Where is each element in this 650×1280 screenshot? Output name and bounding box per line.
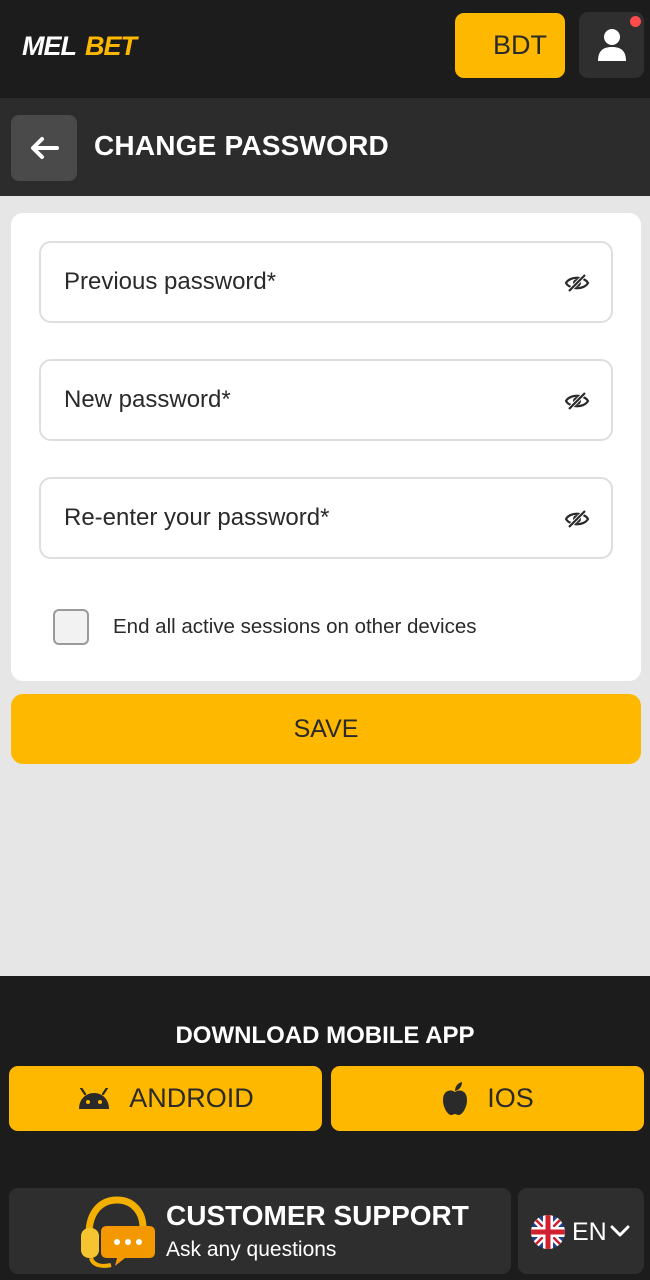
change-password-form: End all active sessions on other devices (11, 213, 641, 681)
footer: DOWNLOAD MOBILE APP ANDROID IOS CUSTOMER… (0, 976, 650, 1280)
user-icon (597, 29, 626, 61)
new-password-input[interactable] (41, 361, 611, 439)
new-password-field (39, 359, 613, 441)
ios-download-button[interactable]: IOS (331, 1066, 644, 1131)
language-selector[interactable]: EN (518, 1188, 644, 1274)
svg-text:BET: BET (85, 31, 140, 60)
previous-password-field (39, 241, 613, 323)
android-icon (79, 1087, 110, 1109)
android-download-button[interactable]: ANDROID (9, 1066, 322, 1131)
download-app-title: DOWNLOAD MOBILE APP (175, 1022, 475, 1049)
support-subtitle: Ask any questions (166, 1238, 337, 1261)
android-label: ANDROID (129, 1083, 254, 1113)
apple-icon (443, 1081, 468, 1115)
end-sessions-label: End all active sessions on other devices (113, 615, 477, 638)
reenter-password-field (39, 477, 613, 559)
page-title: CHANGE PASSWORD (94, 130, 389, 161)
eye-slash-icon[interactable] (564, 390, 590, 412)
language-label: EN (572, 1218, 607, 1246)
top-bar: MEL BET BDT (0, 0, 650, 98)
notification-dot (630, 16, 641, 27)
melbet-logo[interactable]: MEL BET (22, 30, 152, 60)
eye-slash-icon[interactable] (564, 508, 590, 530)
save-button[interactable]: SAVE (11, 694, 641, 764)
eye-slash-icon[interactable] (564, 272, 590, 294)
support-title: CUSTOMER SUPPORT (166, 1200, 469, 1231)
customer-support-button[interactable]: CUSTOMER SUPPORT Ask any questions (9, 1188, 511, 1274)
back-button[interactable] (11, 115, 77, 181)
save-button-label: SAVE (293, 714, 359, 743)
reenter-password-input[interactable] (41, 479, 611, 557)
svg-text:MEL: MEL (22, 31, 76, 60)
arrow-left-icon (31, 137, 59, 159)
ios-label: IOS (487, 1083, 534, 1113)
currency-label: BDT (493, 30, 547, 60)
headset-chat-icon (81, 1196, 155, 1268)
page-header: CHANGE PASSWORD (0, 98, 650, 196)
uk-flag-icon (531, 1215, 565, 1249)
previous-password-input[interactable] (41, 243, 611, 321)
end-sessions-checkbox[interactable] (53, 609, 89, 645)
chevron-down-icon (610, 1225, 630, 1237)
currency-button[interactable]: BDT (455, 13, 565, 78)
